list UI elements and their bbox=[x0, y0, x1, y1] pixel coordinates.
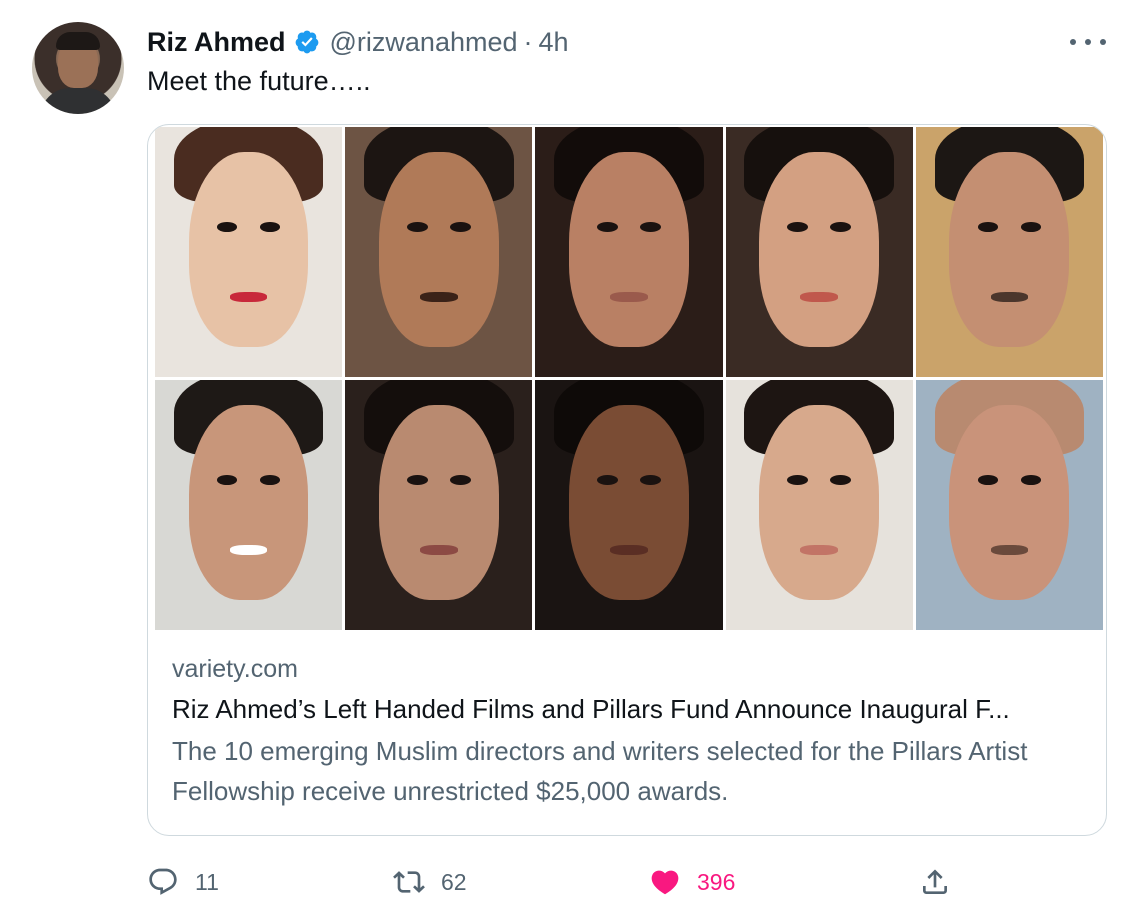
like-button[interactable]: 396 bbox=[649, 860, 735, 904]
card-title[interactable]: Riz Ahmed’s Left Handed Films and Pillar… bbox=[172, 694, 1082, 725]
tweet-header: Riz Ahmed @rizwanahmed · 4h bbox=[147, 24, 569, 60]
tweet-timestamp[interactable]: 4h bbox=[539, 27, 569, 58]
reply-button[interactable]: 11 bbox=[147, 860, 219, 904]
tweet-actions: 11 62 396 bbox=[147, 860, 1107, 904]
avatar[interactable] bbox=[32, 22, 124, 114]
link-preview-card[interactable]: variety.com Riz Ahmed’s Left Handed Film… bbox=[147, 124, 1107, 836]
author-handle[interactable]: @rizwanahmed bbox=[330, 27, 518, 58]
portrait-photo bbox=[725, 380, 913, 630]
portrait-photo bbox=[345, 127, 533, 377]
author-name[interactable]: Riz Ahmed bbox=[147, 27, 286, 58]
portrait-photo bbox=[155, 127, 343, 377]
share-upload-icon bbox=[923, 869, 947, 894]
speech-bubble-icon bbox=[149, 868, 177, 895]
portrait-photo bbox=[535, 127, 723, 377]
card-meta: variety.com Riz Ahmed’s Left Handed Film… bbox=[172, 655, 1082, 811]
separator-dot: · bbox=[523, 26, 533, 57]
card-domain: variety.com bbox=[172, 655, 298, 683]
portrait-photo bbox=[725, 127, 913, 377]
portrait-photo bbox=[345, 380, 533, 630]
reply-count: 11 bbox=[195, 868, 219, 895]
portrait-photo bbox=[535, 380, 723, 630]
tweet-text: Meet the future….. bbox=[147, 66, 371, 96]
retweet-button[interactable]: 62 bbox=[393, 860, 467, 904]
heart-filled-icon bbox=[651, 870, 679, 895]
portrait-photo bbox=[915, 380, 1103, 630]
more-horizontal-icon[interactable] bbox=[1070, 30, 1106, 54]
card-image-collage bbox=[155, 127, 1103, 630]
retweet-arrows-icon bbox=[393, 871, 425, 893]
card-description: The 10 emerging Muslim directors and wri… bbox=[172, 736, 1028, 806]
portrait-photo bbox=[915, 127, 1103, 377]
share-button[interactable] bbox=[919, 860, 951, 904]
like-count: 396 bbox=[697, 868, 736, 895]
verified-badge-icon bbox=[295, 30, 318, 54]
portrait-photo bbox=[155, 380, 343, 630]
retweet-count: 62 bbox=[441, 868, 467, 895]
